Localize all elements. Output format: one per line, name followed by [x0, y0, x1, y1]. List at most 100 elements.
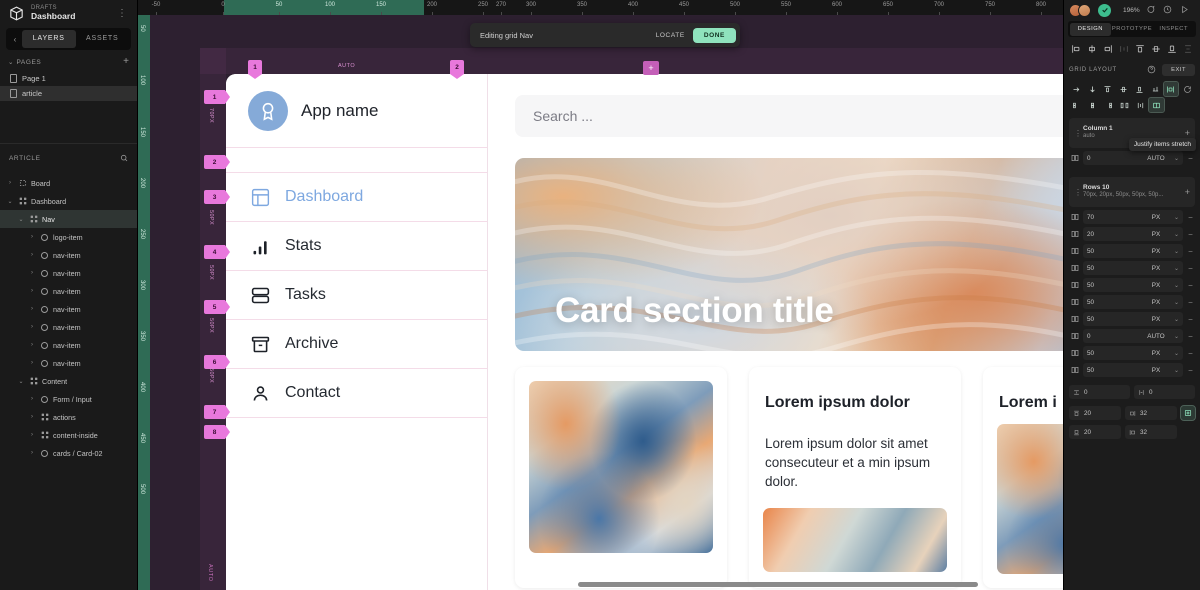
avatar[interactable]: [1078, 3, 1091, 17]
layer-row[interactable]: › nav-item: [0, 300, 137, 318]
add-page-button[interactable]: +: [123, 56, 129, 67]
row-track-unit[interactable]: PX: [1141, 316, 1171, 323]
page-item-page-1[interactable]: Page 1: [0, 71, 137, 86]
row-track-unit[interactable]: PX: [1141, 299, 1171, 306]
row-track-unit[interactable]: PX: [1141, 282, 1171, 289]
row-track-field[interactable]: 0 AUTO ⌄: [1083, 329, 1183, 343]
chevron-down-icon[interactable]: ⌄: [1171, 214, 1179, 221]
grid-column-tag[interactable]: 2: [450, 60, 464, 79]
card-item[interactable]: [515, 367, 727, 588]
row-track-unit[interactable]: PX: [1141, 265, 1171, 272]
row-track-unit[interactable]: PX: [1141, 248, 1171, 255]
chevron-right-icon[interactable]: ›: [28, 360, 36, 366]
align-left-icon[interactable]: [1069, 42, 1084, 57]
row-track-icon[interactable]: [1069, 348, 1080, 359]
align-items-baseline-icon[interactable]: [1148, 82, 1163, 96]
chevron-down-icon[interactable]: ⌄: [6, 198, 14, 205]
ruler-vertical[interactable]: 50 100 150 200 250 300 350 400 450 500: [138, 15, 150, 590]
minus-icon[interactable]: −: [1186, 154, 1195, 163]
tab-assets[interactable]: ASSETS: [76, 30, 130, 48]
row-track-unit[interactable]: AUTO: [1141, 333, 1171, 340]
column-gap-field[interactable]: 0: [1134, 385, 1195, 399]
padding-all-sides-icon[interactable]: [1180, 405, 1196, 421]
grid-row-tag[interactable]: 6: [204, 355, 230, 369]
row-track-field[interactable]: 70 PX ⌄: [1083, 210, 1183, 224]
justify-items-stretch-icon[interactable]: [1162, 81, 1180, 97]
column-track-field[interactable]: 0 AUTO ⌄: [1083, 151, 1183, 165]
artboard-dashboard[interactable]: App name Dashboard Stats Tasks Archive C…: [226, 74, 1063, 590]
locate-button[interactable]: LOCATE: [648, 28, 693, 43]
padding-bottom-field[interactable]: 20: [1069, 425, 1121, 439]
preview-nav-item-contact[interactable]: Contact: [226, 369, 487, 418]
chevron-down-icon[interactable]: ⌄: [1171, 282, 1179, 289]
play-present-icon[interactable]: [1178, 1, 1191, 19]
row-track-field[interactable]: 50 PX ⌄: [1083, 295, 1183, 309]
grid-row-tag[interactable]: 2: [204, 155, 230, 169]
search-icon[interactable]: [120, 149, 128, 167]
align-items-center-icon[interactable]: [1116, 82, 1131, 96]
reset-circle-icon[interactable]: [1180, 82, 1195, 96]
chevron-down-icon[interactable]: ⌄: [1171, 316, 1179, 323]
horizontal-scrollbar[interactable]: [578, 582, 978, 587]
card-item[interactable]: Lorem ipsum dolor Lorem ipsum dolor sit …: [749, 367, 961, 588]
chevron-down-icon[interactable]: ⌄: [1171, 299, 1179, 306]
align-right-icon[interactable]: [1101, 42, 1116, 57]
ruler-horizontal[interactable]: -50 0 50 100 150 200 250 270 300 350 400 450 500 550 6…: [138, 0, 1063, 15]
chevron-right-icon[interactable]: ›: [28, 252, 36, 258]
row-track-unit[interactable]: PX: [1141, 350, 1171, 357]
align-bottom-icon[interactable]: [1164, 42, 1179, 57]
minus-icon[interactable]: −: [1186, 230, 1195, 239]
kebab-menu-icon[interactable]: ⋮: [115, 8, 129, 19]
chevron-down-icon[interactable]: ⌄: [1171, 265, 1179, 272]
minus-icon[interactable]: −: [1186, 366, 1195, 375]
row-track-field[interactable]: 50 PX ⌄: [1083, 278, 1183, 292]
justify-start-icon[interactable]: [1069, 98, 1084, 112]
align-items-start-icon[interactable]: [1101, 82, 1116, 96]
padding-top-field[interactable]: 20: [1069, 406, 1121, 420]
add-grid-column-button[interactable]: +: [643, 61, 659, 75]
column-track-icon[interactable]: [1069, 153, 1080, 164]
tab-prototype[interactable]: PROTOTYPE: [1111, 23, 1153, 36]
justify-center-icon[interactable]: [1085, 98, 1100, 112]
row-track-field[interactable]: 50 PX ⌄: [1083, 346, 1183, 360]
chevron-right-icon[interactable]: ›: [28, 306, 36, 312]
chevron-right-icon[interactable]: ›: [28, 324, 36, 330]
justify-around-icon[interactable]: [1133, 98, 1148, 112]
row-track-icon[interactable]: [1069, 314, 1080, 325]
layer-row[interactable]: › content-inside: [0, 426, 137, 444]
minus-icon[interactable]: −: [1186, 315, 1195, 324]
search-input[interactable]: Search ...: [515, 95, 1063, 137]
distribute-vertical-icon[interactable]: [1180, 42, 1195, 57]
layer-row[interactable]: › nav-item: [0, 336, 137, 354]
layer-row[interactable]: › logo-item: [0, 228, 137, 246]
chevron-right-icon[interactable]: ›: [28, 234, 36, 240]
flow-horizontal-icon[interactable]: [1069, 82, 1084, 96]
row-track-icon[interactable]: [1069, 297, 1080, 308]
chevron-down-icon[interactable]: ⌄: [1171, 248, 1179, 255]
preview-nav-item-dashboard[interactable]: Dashboard: [226, 173, 487, 222]
chevron-down-icon[interactable]: ⌄: [17, 378, 25, 385]
chevron-right-icon[interactable]: ›: [28, 450, 36, 456]
done-button[interactable]: DONE: [692, 27, 736, 43]
minus-icon[interactable]: −: [1186, 247, 1195, 256]
row-track-field[interactable]: 50 PX ⌄: [1083, 363, 1183, 377]
minus-icon[interactable]: −: [1186, 332, 1195, 341]
chevron-down-icon[interactable]: ⌄: [1171, 231, 1179, 238]
chevron-down-icon[interactable]: ⌄: [1171, 350, 1179, 357]
layer-row[interactable]: › nav-item: [0, 282, 137, 300]
help-circle-icon[interactable]: [1147, 61, 1156, 79]
chevron-down-icon[interactable]: ⌄: [1171, 155, 1179, 162]
share-check-icon[interactable]: [1098, 3, 1111, 17]
chevron-down-icon[interactable]: ⌄: [1171, 367, 1179, 374]
chevron-right-icon[interactable]: ›: [28, 270, 36, 276]
justify-end-icon[interactable]: [1101, 98, 1116, 112]
layer-row[interactable]: ⌄ Dashboard: [0, 192, 137, 210]
row-track-icon[interactable]: [1069, 229, 1080, 240]
zoom-level[interactable]: 196%: [1123, 7, 1140, 14]
chevron-right-icon[interactable]: ›: [28, 414, 36, 420]
chevron-down-icon[interactable]: ⌄: [17, 216, 25, 223]
exit-grid-button[interactable]: EXIT: [1162, 64, 1195, 76]
grid-row-tag[interactable]: 8: [204, 425, 230, 439]
comment-icon[interactable]: [1144, 1, 1157, 19]
drag-dots-icon[interactable]: ⋮: [1074, 129, 1083, 138]
